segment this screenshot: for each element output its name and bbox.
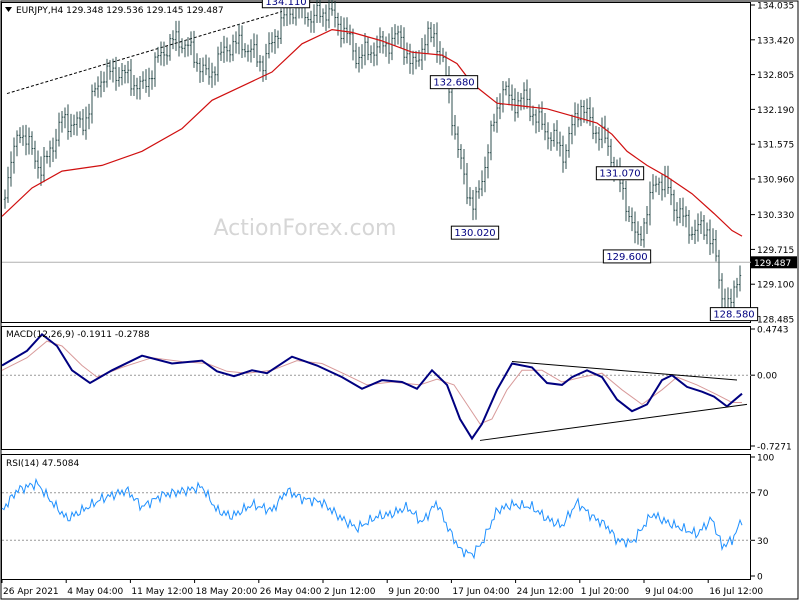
chart-header: EURJPY,H4 129.348 129.536 129.145 129.48… (16, 6, 224, 16)
macd-line (1, 332, 743, 441)
macd-axis-label: 0.00 (757, 372, 777, 382)
current-price-label: 129.487 (754, 259, 791, 269)
price-annotation-label: 132.680 (433, 78, 474, 89)
price-axis-label: 131.575 (757, 141, 794, 151)
time-axis-label: 17 Jun 04:00 (452, 587, 509, 597)
time-axis-label: 11 May 12:00 (131, 587, 193, 597)
price-axis-label: 129.100 (757, 281, 794, 291)
macd-title: MACD(12,26,9) -0.1911 -0.2788 (6, 330, 150, 340)
rsi-axis-label: 100 (757, 454, 774, 464)
rsi-line (1, 477, 743, 560)
rsi-axis-label: 70 (757, 489, 769, 499)
price-trendline (6, 11, 283, 95)
price-axis-label: 134.035 (757, 2, 794, 12)
time-axis-label: 24 Jun 12:00 (517, 587, 574, 597)
price-axis-label: 130.960 (757, 175, 794, 185)
main-panel-frame (1, 2, 751, 323)
price-axis-label: 132.805 (757, 71, 794, 81)
price-annotation-label: 128.580 (713, 310, 754, 321)
macd-trendline (511, 361, 738, 381)
price-annotation-label: 131.070 (599, 169, 640, 180)
macd-axis-label: 0.4743 (757, 326, 789, 336)
time-axis-label: 26 May 04:00 (260, 587, 322, 597)
price-annotation-label: 129.600 (606, 252, 647, 263)
time-axis-label: 2 Jun 12:00 (324, 587, 376, 597)
time-axis-label: 4 May 04:00 (67, 587, 123, 597)
macd-panel-frame (1, 326, 751, 450)
price-axis-label: 132.190 (757, 106, 794, 116)
chart-canvas: ActionForex.com 134.035 133.420 132.805 132.… (0, 0, 799, 600)
watermark: ActionForex.com (214, 216, 397, 241)
price-annotation-label: 130.020 (454, 228, 495, 239)
rsi-axis-label: 0 (757, 573, 763, 583)
time-axis-label: 9 Jun 20:00 (388, 587, 440, 597)
price-axis-label: 133.420 (757, 36, 794, 46)
rsi-title: RSI(14) 47.5084 (6, 459, 79, 469)
price-annotation-label: 134.110 (265, 0, 306, 8)
price-axis-label: 128.485 (757, 316, 794, 326)
rsi-axis-label: 30 (757, 537, 769, 547)
time-axis-label: 9 Jul 04:00 (645, 587, 694, 597)
time-axis-label: 16 Jul 12:00 (709, 587, 763, 597)
eurjpy-chart: ActionForex.com 134.035 133.420 132.805 132.… (0, 0, 800, 600)
price-axis-label: 129.715 (757, 246, 794, 256)
time-axis-label: 1 Jul 20:00 (581, 587, 630, 597)
dropdown-triangle-icon (5, 7, 12, 12)
time-axis-label: 18 May 20:00 (196, 587, 258, 597)
macd-trendline (479, 403, 748, 441)
macd-axis-label: -0.7271 (757, 443, 792, 453)
time-axis-label: 26 Apr 2021 (3, 587, 59, 597)
price-axis-label: 130.330 (757, 211, 794, 221)
